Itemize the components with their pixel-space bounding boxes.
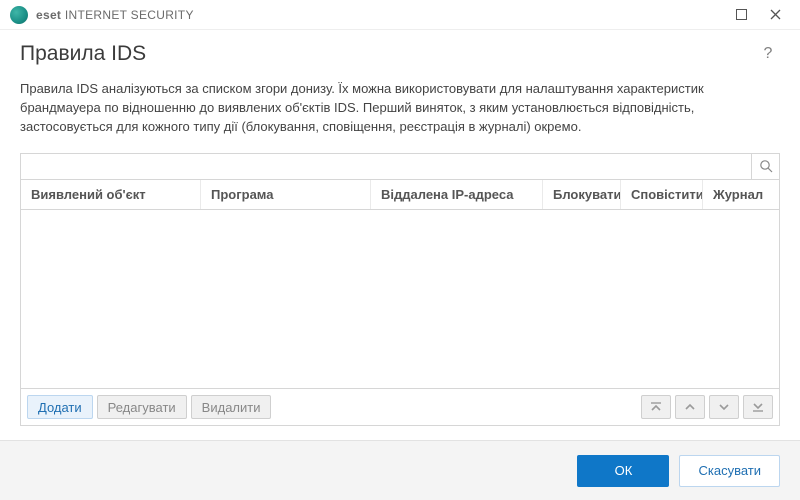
col-detected-object[interactable]: Виявлений об'єкт: [21, 180, 201, 209]
col-log[interactable]: Журнал: [703, 180, 779, 209]
brand-text: eset INTERNET SECURITY: [36, 8, 194, 22]
table-body: [21, 210, 779, 388]
move-bottom-button[interactable]: [743, 395, 773, 419]
chevron-down-icon: [717, 401, 731, 413]
content: Правила IDS ? Правила IDS аналізуються з…: [0, 30, 800, 426]
panel-toolbar: Додати Редагувати Видалити: [21, 388, 779, 425]
page-title: Правила IDS: [20, 42, 756, 66]
heading-row: Правила IDS ?: [20, 42, 780, 66]
add-button[interactable]: Додати: [27, 395, 93, 419]
chevron-bottom-icon: [751, 401, 765, 413]
brand-strong: eset: [36, 8, 61, 22]
help-button[interactable]: ?: [756, 42, 780, 66]
brand-logo-icon: [10, 6, 28, 24]
col-program[interactable]: Програма: [201, 180, 371, 209]
brand-rest: INTERNET SECURITY: [61, 8, 194, 22]
maximize-icon: [736, 9, 747, 20]
titlebar: eset INTERNET SECURITY: [0, 0, 800, 30]
col-notify[interactable]: Сповістити: [621, 180, 703, 209]
footer: ОК Скасувати: [0, 440, 800, 500]
move-down-button[interactable]: [709, 395, 739, 419]
move-top-button[interactable]: [641, 395, 671, 419]
search-row: [21, 154, 779, 180]
chevron-up-icon: [683, 401, 697, 413]
search-icon: [759, 159, 773, 173]
col-remote-ip[interactable]: Віддалена IP-адреса: [371, 180, 543, 209]
maximize-button[interactable]: [724, 1, 758, 29]
table-header: Виявлений об'єкт Програма Віддалена IP-а…: [21, 180, 779, 210]
ok-button[interactable]: ОК: [577, 455, 669, 487]
chevron-top-icon: [649, 401, 663, 413]
close-button[interactable]: [758, 1, 792, 29]
close-icon: [770, 9, 781, 20]
search-input[interactable]: [21, 154, 751, 179]
delete-button: Видалити: [191, 395, 272, 419]
edit-button: Редагувати: [97, 395, 187, 419]
col-block[interactable]: Блокувати: [543, 180, 621, 209]
search-button[interactable]: [751, 154, 779, 179]
description-text: Правила IDS аналізуються за списком згор…: [20, 80, 780, 137]
move-up-button[interactable]: [675, 395, 705, 419]
cancel-button[interactable]: Скасувати: [679, 455, 780, 487]
rules-panel: Виявлений об'єкт Програма Віддалена IP-а…: [20, 153, 780, 426]
